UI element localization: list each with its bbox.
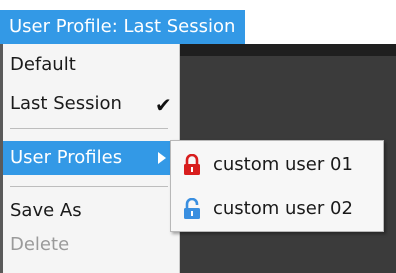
menu-item-label: Save As (10, 200, 82, 221)
checkmark-icon: ✔ (155, 93, 172, 117)
menu-item-label: Delete (10, 234, 70, 255)
menu-separator (10, 186, 168, 187)
menu-item-default[interactable]: Default (3, 48, 177, 82)
lock-closed-icon (184, 154, 200, 175)
submenu-item-label: custom user 01 (213, 154, 353, 175)
menu-item-label: Last Session (10, 93, 122, 114)
submenu-item-custom-user-02[interactable]: custom user 02 (171, 191, 383, 227)
profile-menu-button[interactable]: User Profile: Last Session (0, 10, 246, 44)
menu-item-label: User Profiles (10, 147, 123, 168)
background-strip (180, 44, 396, 56)
menu-item-save-as[interactable]: Save As (3, 194, 177, 228)
submenu-arrow-icon (158, 152, 166, 164)
menu-item-label: Default (10, 54, 76, 75)
lock-open-icon (184, 198, 200, 219)
menu-item-delete: Delete (3, 228, 177, 262)
menu-item-last-session[interactable]: Last Session ✔ (3, 87, 177, 121)
menu-separator (10, 128, 168, 129)
menu-item-user-profiles[interactable]: User Profiles (3, 141, 177, 175)
submenu-item-custom-user-01[interactable]: custom user 01 (171, 147, 383, 183)
submenu-item-label: custom user 02 (213, 198, 353, 219)
user-profiles-submenu: custom user 01 custom user 02 (170, 140, 384, 232)
